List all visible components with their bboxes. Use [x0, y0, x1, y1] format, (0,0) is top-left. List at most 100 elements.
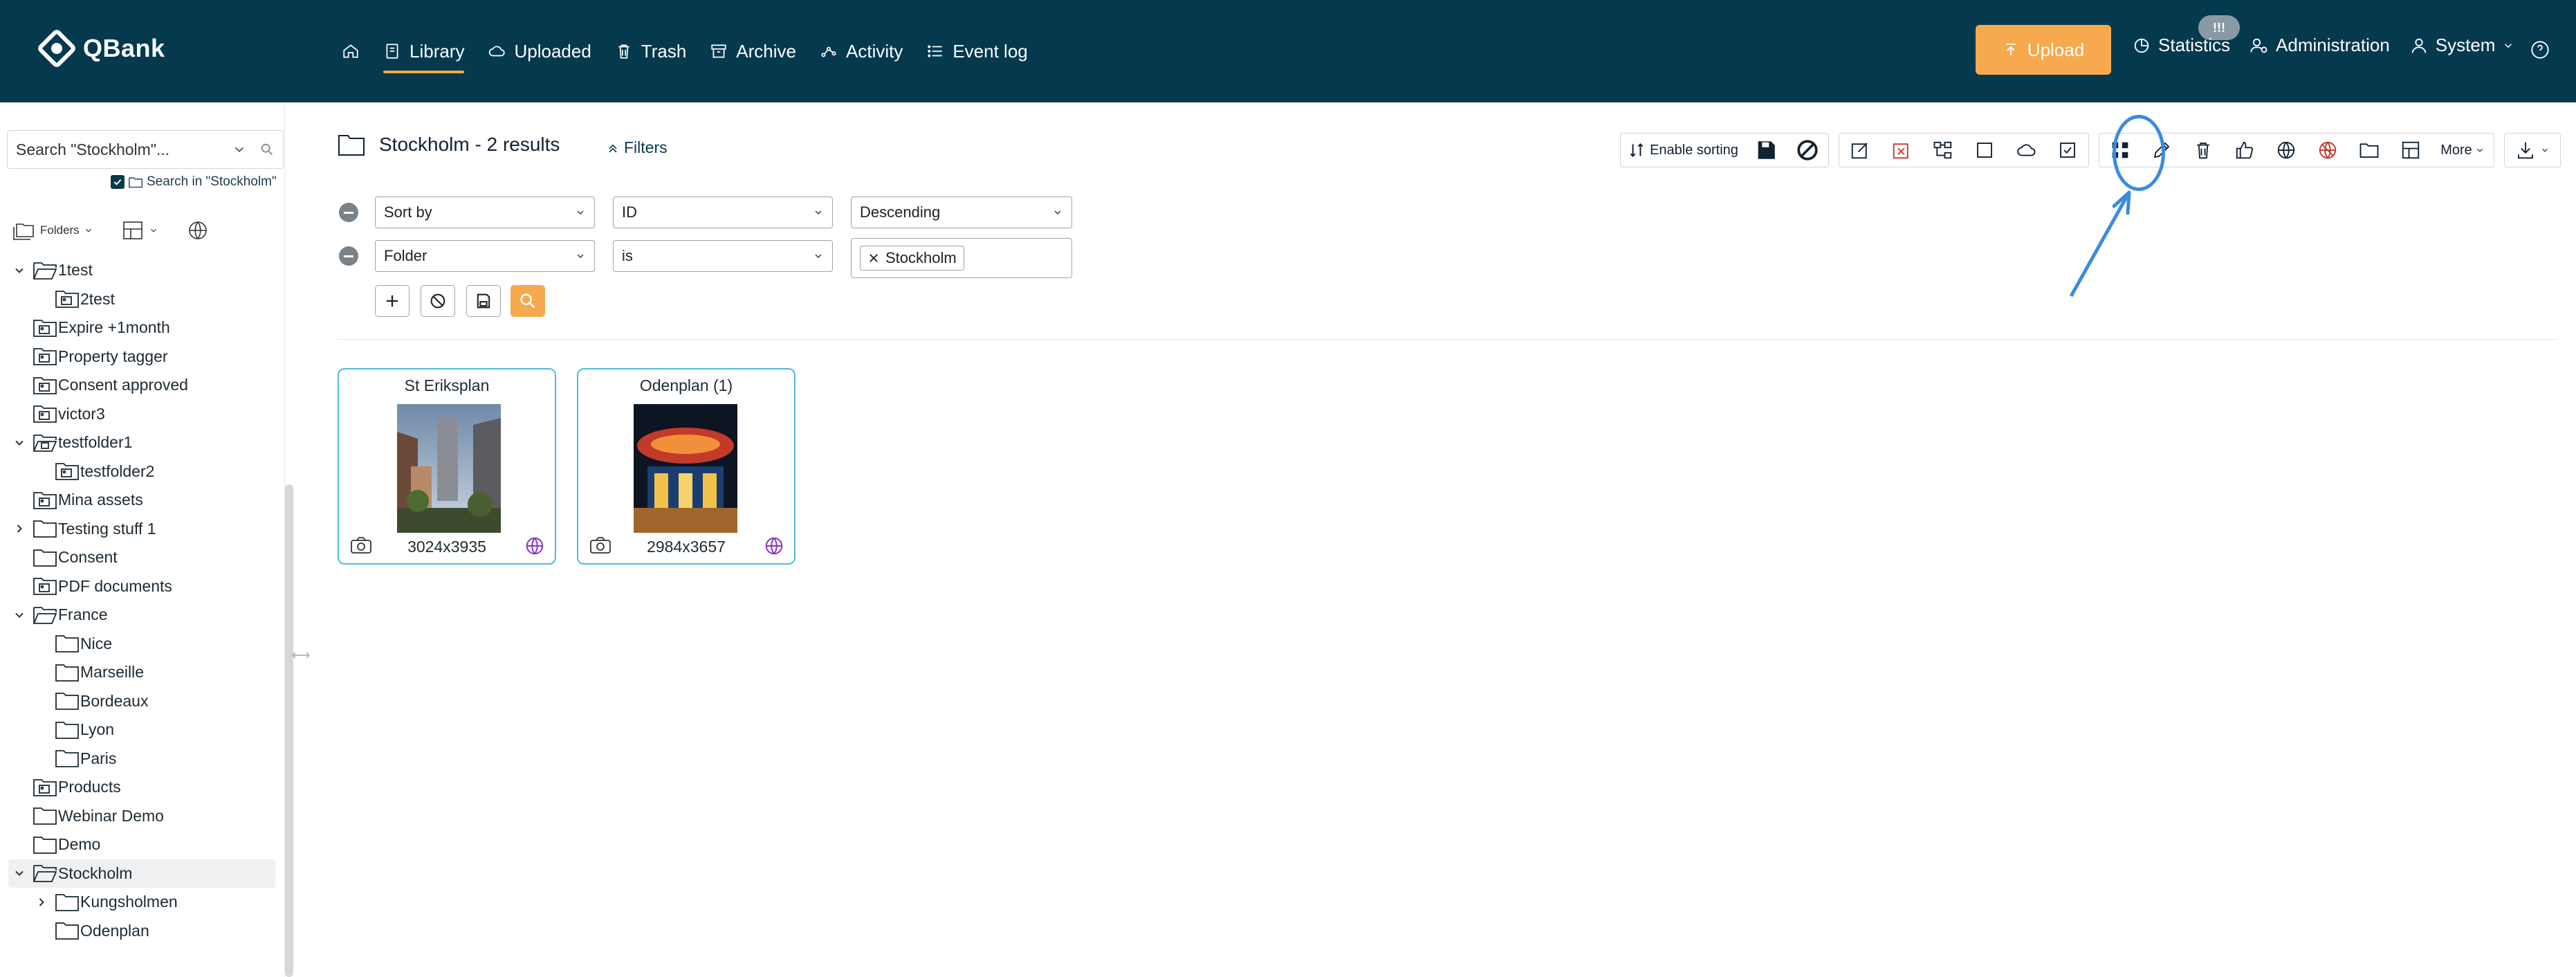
- remove-sort-filter-button[interactable]: [339, 203, 358, 222]
- statistics-link[interactable]: Statistics: [2132, 35, 2230, 56]
- sidebar-scrollbar[interactable]: [285, 484, 293, 977]
- tree-item[interactable]: Expire +1month: [0, 313, 277, 343]
- clear-selection-button[interactable]: [1881, 134, 1922, 167]
- chevron-down-icon[interactable]: [12, 866, 26, 880]
- save-sort-button[interactable]: [1745, 134, 1787, 167]
- help-icon[interactable]: [2530, 40, 2550, 60]
- globe-icon[interactable]: [764, 536, 784, 556]
- run-search-button[interactable]: [510, 285, 545, 317]
- chevron-down-icon[interactable]: [12, 436, 26, 450]
- add-filter-button[interactable]: [375, 285, 410, 317]
- filters-toggle[interactable]: Filters: [606, 138, 668, 157]
- building-photo-image: [397, 404, 501, 533]
- tree-item[interactable]: Odenplan: [0, 917, 277, 946]
- search-input[interactable]: Search "Stockholm"...: [7, 130, 284, 169]
- nav-event-log[interactable]: Event log: [926, 35, 1028, 68]
- tree-item[interactable]: Testing stuff 1: [0, 515, 277, 544]
- list-icon: [928, 45, 943, 57]
- tree-item[interactable]: Nice: [0, 630, 277, 659]
- select-all-button[interactable]: [2047, 134, 2088, 167]
- tree-item[interactable]: Webinar Demo: [0, 802, 277, 831]
- nav-trash[interactable]: Trash: [615, 35, 686, 68]
- select-none-button[interactable]: [1964, 134, 2005, 167]
- tree-item[interactable]: Mina assets: [0, 486, 277, 515]
- move-to-folder-button[interactable]: [2348, 134, 2390, 167]
- nav-library[interactable]: Library: [383, 35, 465, 73]
- tree-item[interactable]: Bordeaux: [0, 687, 277, 716]
- nav-activity[interactable]: Activity: [820, 35, 903, 68]
- plus-icon: [386, 295, 398, 307]
- search-in-label: Search in "Stockholm": [147, 174, 277, 189]
- tree-item[interactable]: Kungsholmen: [0, 888, 277, 917]
- close-icon[interactable]: [867, 252, 880, 264]
- qbank-logo[interactable]: QBank: [35, 26, 165, 71]
- tree-item[interactable]: victor3: [0, 400, 277, 429]
- chevron-right-icon[interactable]: [35, 895, 48, 909]
- enable-sorting-label: Enable sorting: [1650, 142, 1738, 158]
- more-dropdown[interactable]: More: [2431, 134, 2494, 167]
- remove-folder-filter-button[interactable]: [339, 246, 358, 266]
- tree-item[interactable]: Paris: [0, 745, 277, 774]
- chevron-down-icon[interactable]: [12, 264, 26, 277]
- enable-sorting-button[interactable]: Enable sorting: [1621, 134, 1745, 167]
- approve-button[interactable]: [2224, 134, 2265, 167]
- tree-item[interactable]: Lyon: [0, 715, 277, 745]
- chevron-down-icon[interactable]: [12, 608, 26, 622]
- tree-item[interactable]: Consent: [0, 543, 277, 572]
- sort-direction-select[interactable]: Descending: [851, 197, 1072, 228]
- nav-home[interactable]: [342, 35, 360, 68]
- resize-handle-icon[interactable]: [291, 647, 311, 664]
- chevron-right-icon[interactable]: [12, 522, 26, 536]
- image-folder-icon: [33, 778, 57, 796]
- app-name: QBank: [83, 34, 165, 62]
- folders-dropdown[interactable]: Folders: [12, 220, 93, 241]
- tree-item[interactable]: Property tagger: [0, 343, 277, 372]
- filter-operator-select[interactable]: ID: [613, 197, 833, 228]
- page-title: Stockholm - 2 results: [338, 133, 560, 156]
- unpublish-button[interactable]: [2307, 134, 2348, 167]
- filter-operator-select[interactable]: is: [613, 240, 833, 272]
- tree-item[interactable]: 2test: [0, 285, 277, 314]
- delete-button[interactable]: [2182, 134, 2224, 167]
- tree-item[interactable]: testfolder2: [0, 457, 277, 486]
- download-dropdown[interactable]: [2505, 134, 2560, 167]
- tree-item[interactable]: Marseille: [0, 658, 277, 687]
- filter-field-select[interactable]: Sort by: [375, 197, 595, 228]
- clear-filters-button[interactable]: [421, 285, 455, 317]
- asset-card[interactable]: St Eriksplan 3024x3935: [338, 368, 556, 565]
- search-in-folder-checkbox[interactable]: Search in "Stockholm": [111, 174, 277, 190]
- tree-item[interactable]: 1test: [0, 256, 277, 285]
- nav-uploaded[interactable]: Uploaded: [488, 35, 591, 68]
- system-menu[interactable]: System: [2409, 35, 2515, 56]
- asset-thumbnail[interactable]: [397, 404, 501, 533]
- globe-icon[interactable]: [524, 536, 545, 556]
- hierarchy-button[interactable]: [1922, 134, 1964, 167]
- cloud-button[interactable]: [2005, 134, 2047, 167]
- search-icon[interactable]: [259, 142, 275, 157]
- tree-item[interactable]: testfolder1: [0, 428, 277, 457]
- view-mode-dropdown[interactable]: [121, 220, 158, 241]
- tree-item[interactable]: PDF documents: [0, 572, 277, 601]
- filter-field-select[interactable]: Folder: [375, 240, 595, 272]
- administration-link[interactable]: Administration: [2250, 35, 2390, 56]
- image-folder-icon: [33, 491, 57, 509]
- layout-button[interactable]: [2390, 134, 2431, 167]
- upload-button[interactable]: Upload: [1976, 25, 2111, 75]
- asset-thumbnail[interactable]: [634, 404, 737, 533]
- tree-item[interactable]: Demo: [0, 830, 277, 859]
- globe-button[interactable]: [186, 220, 210, 241]
- save-icon: [1758, 141, 1775, 159]
- chevron-down-icon[interactable]: [232, 142, 247, 157]
- tree-item[interactable]: France: [0, 601, 277, 630]
- tree-item[interactable]: Products: [0, 773, 277, 802]
- folder-tag[interactable]: Stockholm: [860, 246, 964, 271]
- filter-value-input[interactable]: Stockholm: [851, 238, 1072, 278]
- nav-archive[interactable]: Archive: [710, 35, 796, 68]
- save-filter-button[interactable]: [466, 285, 501, 317]
- edit-selection-button[interactable]: [1839, 134, 1881, 167]
- asset-card[interactable]: Odenplan (1) 2984x3657: [577, 368, 795, 565]
- publish-button[interactable]: [2265, 134, 2307, 167]
- cancel-sort-button[interactable]: [1787, 134, 1828, 167]
- tree-item[interactable]: Stockholm: [8, 859, 275, 888]
- tree-item[interactable]: Consent approved: [0, 371, 277, 400]
